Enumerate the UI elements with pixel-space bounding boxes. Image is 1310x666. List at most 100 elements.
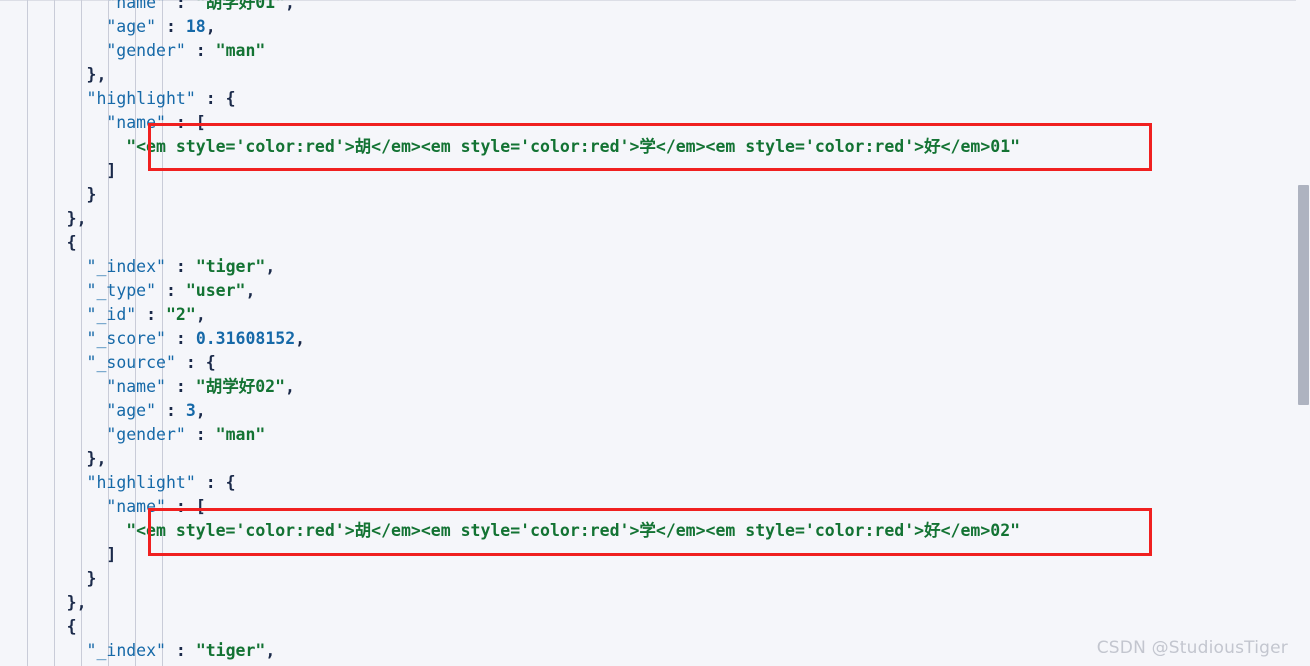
code-line: }, — [0, 447, 1310, 471]
code-token-s: "胡学好02" — [195, 377, 286, 396]
code-token-s: "tiger" — [195, 257, 266, 276]
code-token-p: , — [285, 377, 295, 396]
code-token-s: "user" — [185, 281, 246, 300]
code-line: "highlight" : { — [0, 87, 1310, 111]
code-token-p: , — [245, 281, 256, 300]
code-line: "_source" : { — [0, 351, 1310, 375]
code-token-c: : — [156, 401, 186, 420]
code-token-s: "<em style='color:red'>胡</em><em style='… — [126, 137, 1021, 156]
code-token-k: "name" — [106, 0, 166, 12]
code-token-k: "gender" — [106, 41, 186, 60]
code-token-c: : — [166, 257, 196, 276]
code-token-p: } — [86, 185, 97, 204]
code-token-p: { — [205, 353, 216, 372]
code-token-k: "gender" — [106, 425, 186, 444]
code-token-n: 0.31608152 — [195, 329, 296, 348]
code-token-k: "_id" — [86, 305, 137, 324]
code-token-k: "age" — [106, 17, 157, 36]
code-line: "name" : [ — [0, 495, 1310, 519]
code-token-c: : — [165, 377, 196, 396]
code-token-p: , — [195, 305, 206, 324]
code-token-c: : — [175, 353, 206, 372]
code-line: "gender" : "man" — [0, 39, 1310, 63]
code-line: "_index" : "tiger", — [0, 255, 1310, 279]
code-line: }, — [0, 591, 1310, 615]
code-token-p: { — [66, 233, 77, 252]
code-token-s: "man" — [215, 41, 266, 60]
code-token-k: "_index" — [86, 257, 166, 276]
code-line: { — [0, 615, 1310, 639]
code-token-p: , — [265, 641, 276, 660]
code-token-c: : — [166, 329, 196, 348]
code-token-p: , — [295, 329, 306, 348]
code-line: }, — [0, 63, 1310, 87]
code-token-p: ] — [106, 161, 117, 180]
code-token-k: "highlight" — [86, 473, 196, 492]
code-line: } — [0, 567, 1310, 591]
code-line: "_type" : "user", — [0, 279, 1310, 303]
code-token-c: : — [185, 41, 216, 60]
code-token-c: : — [156, 281, 186, 300]
code-token-p: }, — [86, 65, 107, 84]
code-line: "age" : 18, — [0, 15, 1310, 39]
code-line: { — [0, 231, 1310, 255]
code-token-p: , — [265, 257, 276, 276]
code-line: ] — [0, 543, 1310, 567]
code-line: "highlight" : { — [0, 471, 1310, 495]
vertical-scrollbar-track[interactable] — [1296, 0, 1310, 666]
code-token-c: : — [166, 641, 196, 660]
json-code-block[interactable]: "name" : "胡学好01", "age" : 18, "gender" : "… — [0, 0, 1310, 663]
code-token-c: : — [165, 497, 196, 516]
code-token-k: "_score" — [86, 329, 166, 348]
code-token-p: , — [195, 401, 206, 420]
code-line: "gender" : "man" — [0, 423, 1310, 447]
code-token-k: "highlight" — [86, 89, 196, 108]
code-line: "<em style='color:red'>胡</em><em style='… — [0, 519, 1310, 543]
code-token-k: "name" — [106, 113, 166, 132]
code-token-s: "2" — [166, 305, 196, 324]
json-viewer-window: "name" : "胡学好01", "age" : 18, "gender" : "… — [0, 0, 1310, 666]
code-token-p: } — [86, 569, 97, 588]
code-token-c: : — [185, 425, 216, 444]
code-line: "_score" : 0.31608152, — [0, 327, 1310, 351]
vertical-scrollbar-thumb[interactable] — [1298, 185, 1309, 405]
code-token-p: , — [205, 17, 216, 36]
code-token-p: }, — [66, 593, 87, 612]
code-token-c: : — [195, 89, 226, 108]
code-token-p: [ — [195, 113, 206, 132]
code-token-p: ] — [106, 545, 117, 564]
code-line: ] — [0, 159, 1310, 183]
code-token-n: 18 — [185, 17, 206, 36]
code-line: "<em style='color:red'>胡</em><em style='… — [0, 135, 1310, 159]
code-line: }, — [0, 207, 1310, 231]
code-token-c: : — [136, 305, 166, 324]
code-line: "name" : "胡学好01", — [0, 0, 1310, 15]
code-token-s: "胡学好01" — [195, 0, 286, 12]
csdn-watermark: CSDN @StudiousTiger — [1096, 638, 1288, 658]
code-token-p: { — [66, 617, 77, 636]
code-line: "name" : "胡学好02", — [0, 375, 1310, 399]
code-token-k: "name" — [106, 497, 166, 516]
code-token-k: "age" — [106, 401, 157, 420]
code-token-c: : — [156, 17, 186, 36]
code-token-k: "_source" — [86, 353, 176, 372]
code-token-p: [ — [195, 497, 206, 516]
code-line: "age" : 3, — [0, 399, 1310, 423]
code-token-s: "man" — [215, 425, 266, 444]
code-token-s: "<em style='color:red'>胡</em><em style='… — [126, 521, 1021, 540]
code-token-n: 3 — [185, 401, 196, 420]
code-token-c: : — [195, 473, 226, 492]
code-token-c: : — [165, 113, 196, 132]
code-line: "_id" : "2", — [0, 303, 1310, 327]
code-token-c: : — [165, 0, 196, 12]
code-token-s: "tiger" — [195, 641, 266, 660]
code-token-p: }, — [66, 209, 87, 228]
code-line: } — [0, 183, 1310, 207]
code-token-p: { — [225, 473, 236, 492]
code-token-p: }, — [86, 449, 107, 468]
code-token-k: "_index" — [86, 641, 166, 660]
code-token-k: "name" — [106, 377, 166, 396]
code-line: "name" : [ — [0, 111, 1310, 135]
code-token-p: { — [225, 89, 236, 108]
code-token-k: "_type" — [86, 281, 157, 300]
